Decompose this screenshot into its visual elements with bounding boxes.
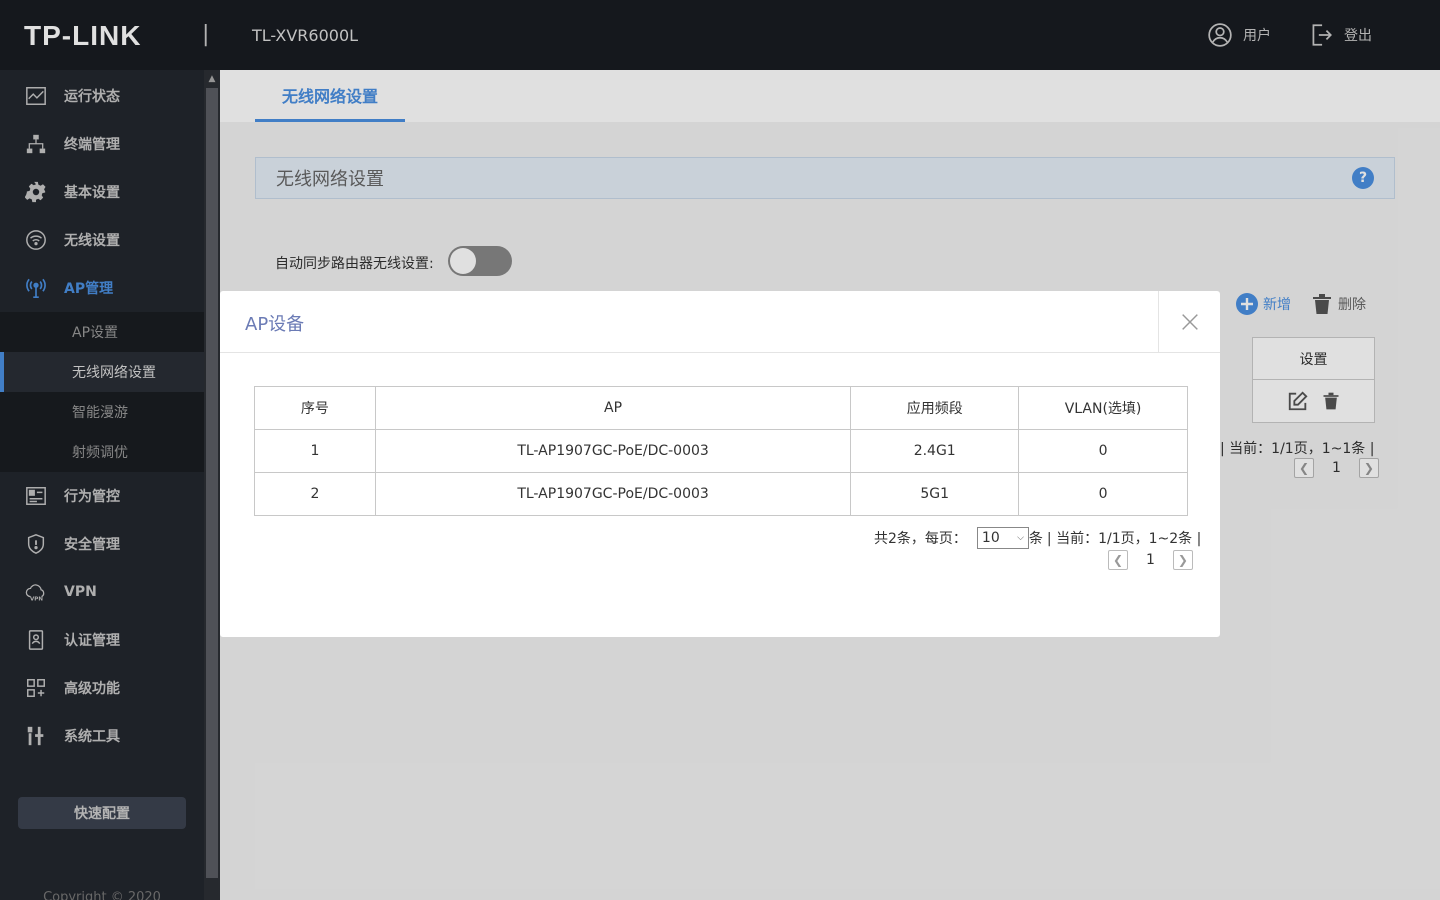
column-header-band: 应用频段 xyxy=(850,386,1020,430)
page-size-select[interactable]: 10 ⌵ xyxy=(976,527,1029,549)
cell-band: 2.4G1 xyxy=(850,429,1020,473)
close-icon xyxy=(1181,314,1198,330)
page-number[interactable]: 1 xyxy=(1146,552,1155,568)
pager-unit: 条 xyxy=(1028,531,1043,547)
chevron-right-icon[interactable]: ❯ xyxy=(1172,550,1193,570)
cell-vlan[interactable]: 0 xyxy=(1018,429,1188,473)
cell-ap: TL-AP1907GC-PoE/DC-0003 xyxy=(374,429,852,473)
dialog-pager: 共2条，每页： 10 ⌵ 条 | 当前：1/1页，1~2条 | xyxy=(874,527,1201,549)
pager-total: 共2条，每页： xyxy=(874,531,967,547)
cell-ap: TL-AP1907GC-PoE/DC-0003 xyxy=(374,472,852,516)
table-row[interactable]: 2 TL-AP1907GC-PoE/DC-0003 5G1 0 xyxy=(254,472,1188,516)
column-header-ap: AP xyxy=(374,386,852,430)
dialog-title: AP设备 xyxy=(245,314,305,335)
column-header-vlan: VLAN(选填) xyxy=(1018,386,1188,430)
cell-index: 1 xyxy=(254,429,376,473)
dialog-header: AP设备 xyxy=(220,291,1220,353)
cell-vlan[interactable]: 0 xyxy=(1018,472,1188,516)
chevron-down-icon: ⌵ xyxy=(1017,533,1024,543)
page-size-value: 10 xyxy=(981,530,1000,546)
close-button[interactable] xyxy=(1158,291,1220,353)
chevron-left-icon[interactable]: ❮ xyxy=(1108,550,1128,570)
table-header-row: 序号 AP 应用频段 VLAN(选填) xyxy=(254,386,1188,430)
ap-device-dialog: AP设备 序号 AP 应用频段 VLAN(选填) 1 TL-AP1907GC-P… xyxy=(220,291,1220,637)
cell-band: 5G1 xyxy=(850,472,1020,516)
column-header-index: 序号 xyxy=(254,386,376,430)
cell-index: 2 xyxy=(254,472,376,516)
dialog-page-nav: ❮ 1 ❯ xyxy=(1108,550,1193,570)
ap-device-table: 序号 AP 应用频段 VLAN(选填) 1 TL-AP1907GC-PoE/DC… xyxy=(254,386,1188,516)
pager-current: | 当前：1/1页，1~2条 | xyxy=(1046,531,1202,547)
table-row[interactable]: 1 TL-AP1907GC-PoE/DC-0003 2.4G1 0 xyxy=(254,429,1188,473)
